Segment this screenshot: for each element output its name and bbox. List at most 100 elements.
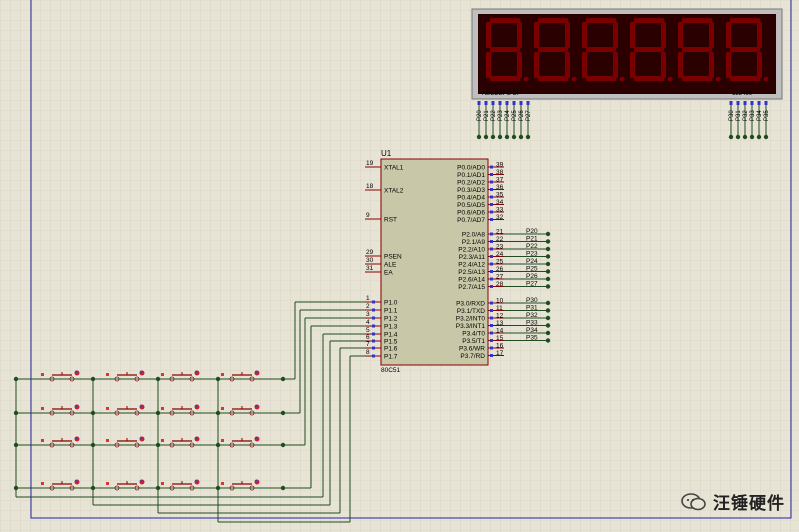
junction xyxy=(545,231,551,237)
segment-dp xyxy=(571,76,577,82)
pin-number: 28 xyxy=(496,281,504,288)
pin-marker xyxy=(106,482,109,485)
junction xyxy=(13,410,19,416)
pin-marker xyxy=(221,373,224,376)
pin-marker xyxy=(484,101,488,105)
segment-e xyxy=(534,52,539,78)
pin-name: P0.3/AD3 xyxy=(457,187,485,194)
junction xyxy=(742,134,748,140)
pin-number: 11 xyxy=(496,305,503,312)
pin-marker xyxy=(490,309,493,312)
pin-number: 38 xyxy=(496,169,504,176)
segment-e xyxy=(486,52,491,78)
junction xyxy=(504,134,510,140)
pin-name: P2.5/A13 xyxy=(458,269,485,276)
junction xyxy=(155,376,161,382)
pin-marker xyxy=(491,101,495,105)
pin-marker xyxy=(372,324,375,328)
junction xyxy=(735,134,741,140)
pin-name: P1.6 xyxy=(384,346,398,353)
pin-marker xyxy=(490,247,493,251)
port2-net-label: P21 xyxy=(526,236,538,243)
segment-c xyxy=(709,52,714,78)
pin-marker xyxy=(498,101,502,105)
pin-name: P3.3/INT1 xyxy=(456,323,486,330)
segment-g xyxy=(490,47,520,52)
segment-a xyxy=(730,18,760,23)
pin-marker xyxy=(490,331,493,335)
segment-a xyxy=(538,18,568,23)
segment-d xyxy=(682,76,712,81)
segment-b xyxy=(517,22,522,48)
probe-dot xyxy=(254,436,258,440)
pin-marker xyxy=(490,180,493,184)
segment-b xyxy=(565,22,570,48)
pin-name: P2.1/A9 xyxy=(462,239,486,246)
junction xyxy=(525,134,531,140)
pin-number: 24 xyxy=(496,251,504,258)
segment-g xyxy=(730,47,760,52)
segment-g xyxy=(634,47,664,52)
port2-net-label: P27 xyxy=(526,281,538,288)
junction xyxy=(90,376,96,382)
pin-number: 16 xyxy=(496,343,504,350)
segment-d xyxy=(730,76,760,81)
watermark-text: 汪锤硬件 xyxy=(713,494,785,514)
pin-number: 4 xyxy=(366,319,370,326)
junction xyxy=(545,284,551,289)
segment-b xyxy=(757,22,762,48)
pin-name: EA xyxy=(384,270,393,277)
pin-number: 30 xyxy=(366,257,374,264)
pin-number: 10 xyxy=(496,298,504,305)
segment-a xyxy=(490,18,520,23)
segment-pin-label: P23 xyxy=(498,110,504,121)
segment-c xyxy=(613,52,618,78)
pin-name: P2.4/A12 xyxy=(458,262,485,269)
pin-name: P2.3/A11 xyxy=(459,254,486,261)
pin-marker xyxy=(490,316,493,320)
probe-dot xyxy=(194,404,198,408)
pin-marker xyxy=(490,346,493,350)
probe-dot xyxy=(139,370,143,374)
pin-name: P0.2/AD2 xyxy=(457,180,485,187)
seven-segment-display[interactable]: ABCDEFG DP 123456 xyxy=(471,8,783,100)
probe-dot xyxy=(74,404,78,408)
pin-name: P3.5/T1 xyxy=(462,338,485,345)
segment-dp xyxy=(763,76,769,82)
pin-marker xyxy=(729,101,733,105)
pin-marker xyxy=(512,101,516,105)
pin-marker xyxy=(41,482,44,485)
port3-net-label: P31 xyxy=(526,305,538,312)
probe-dot xyxy=(194,370,198,374)
segment-f xyxy=(678,22,683,48)
junction xyxy=(545,330,551,336)
pin-marker xyxy=(41,407,44,410)
pin-number: 37 xyxy=(496,177,504,184)
junction xyxy=(728,134,734,140)
pin-marker xyxy=(372,346,375,350)
pin-marker xyxy=(161,439,164,442)
port2-net-label: P22 xyxy=(526,243,538,250)
pin-number: 39 xyxy=(496,162,504,169)
probe-dot xyxy=(254,370,258,374)
mcu-part: 80C51 xyxy=(381,367,401,374)
pin-name: P0.0/AD0 xyxy=(457,165,485,172)
pin-marker xyxy=(490,218,493,221)
segment-a xyxy=(682,18,712,23)
junction xyxy=(545,246,551,252)
pin-name: RST xyxy=(384,217,397,224)
pin-marker xyxy=(490,354,493,357)
segment-e xyxy=(678,52,683,78)
segment-pin-label: P21 xyxy=(484,110,490,121)
pin-marker xyxy=(736,101,740,105)
pin-number: 25 xyxy=(496,259,504,266)
probe-dot xyxy=(194,436,198,440)
pin-number: 13 xyxy=(496,320,504,327)
pin-marker xyxy=(161,407,164,410)
pin-number: 31 xyxy=(366,265,374,272)
junction xyxy=(545,239,551,244)
junction xyxy=(483,134,489,140)
port2-net-label: P25 xyxy=(526,266,538,273)
pin-marker xyxy=(372,300,375,304)
pin-number: 6 xyxy=(366,334,370,341)
